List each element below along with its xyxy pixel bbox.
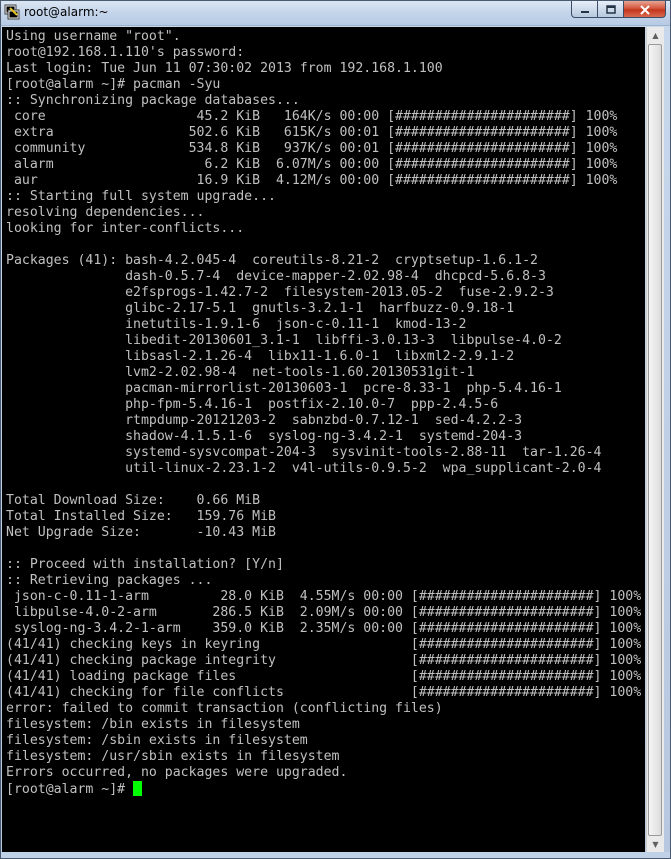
title-bar[interactable]: root@alarm:~ <box>1 1 670 26</box>
window-title: root@alarm:~ <box>24 5 109 19</box>
terminal-line: systemd-sysvcompat-204-3 sysvinit-tools-… <box>125 445 602 460</box>
shell-prompt: [root@alarm ~]# <box>6 782 134 797</box>
terminal-line: root@192.168.1.110's password: <box>6 45 245 60</box>
close-button[interactable] <box>623 1 666 18</box>
terminal-line: Errors occurred, no packages were upgrad… <box>6 765 348 780</box>
window-controls <box>571 1 666 18</box>
terminal-line: alarm 6.2 KiB 6.07M/s 00:00 [###########… <box>13 157 618 172</box>
terminal-line: :: Synchronizing package databases... <box>6 93 300 108</box>
terminal-window: root@alarm:~ Using username "root". root… <box>0 0 671 859</box>
terminal-line: lvm2-2.02.98-4 net-tools-1.60.20130531gi… <box>125 365 475 380</box>
window-bottom-border <box>1 852 670 858</box>
terminal-line: :: Starting full system upgrade... <box>6 189 276 204</box>
terminal-lines: Using username "root". root@192.168.1.11… <box>6 29 641 780</box>
putty-terminal-icon <box>4 4 20 20</box>
terminal-line: filesystem: /sbin exists in filesystem <box>6 733 308 748</box>
terminal-line: (41/41) checking for file conflicts [###… <box>6 685 642 700</box>
terminal-line: syslog-ng-3.4.2-1-arm 359.0 KiB 2.35M/s … <box>13 621 642 636</box>
terminal-line: community 534.8 KiB 937K/s 00:01 [######… <box>13 141 618 156</box>
close-icon <box>639 0 651 19</box>
terminal-line: php-fpm-5.4.16-1 postfix-2.10.0-7 ppp-2.… <box>125 397 499 412</box>
terminal-line: rtmpdump-20121203-2 sabnzbd-0.7.12-1 sed… <box>125 413 523 428</box>
terminal-line: looking for inter-conflicts... <box>6 221 245 236</box>
terminal-line: filesystem: /bin exists in filesystem <box>6 717 300 732</box>
terminal-line: filesystem: /usr/sbin exists in filesyst… <box>6 749 340 764</box>
terminal-line: libsasl-2.1.26-4 libx11-1.6.0-1 libxml2-… <box>125 349 515 364</box>
terminal-screen[interactable]: Using username "root". root@192.168.1.11… <box>2 27 645 853</box>
terminal-line: inetutils-1.9.1-6 json-c-0.11-1 kmod-13-… <box>125 317 467 332</box>
terminal-line: Total Installed Size: 159.76 MiB <box>6 509 276 524</box>
maximize-icon <box>605 0 617 19</box>
terminal-line: pacman-mirrorlist-20130603-1 pcre-8.33-1… <box>125 381 562 396</box>
terminal-line: libedit-20130601_3.1-1 libffi-3.0.13-3 l… <box>125 333 562 348</box>
terminal-line: dash-0.5.7-4 device-mapper-2.02.98-4 dhc… <box>125 269 546 284</box>
terminal-line: shadow-4.1.5.1-6 syslog-ng-3.4.2-1 syste… <box>125 429 523 444</box>
terminal-line: Using username "root". <box>6 29 181 44</box>
maximize-button[interactable] <box>597 1 623 18</box>
terminal-line: e2fsprogs-1.42.7-2 filesystem-2013.05-2 … <box>125 285 554 300</box>
terminal-line: util-linux-2.23.1-2 v4l-utils-0.9.5-2 wp… <box>125 461 602 476</box>
terminal-line: json-c-0.11-1-arm 28.0 KiB 4.55M/s 00:00… <box>13 589 642 604</box>
terminal-line: extra 502.6 KiB 615K/s 00:01 [##########… <box>13 125 618 140</box>
scroll-up-arrow-icon: ▲ <box>652 31 659 40</box>
terminal-line: (41/41) checking keys in keyring [######… <box>6 637 642 652</box>
terminal-line: core 45.2 KiB 164K/s 00:00 [############… <box>13 109 618 124</box>
terminal-line: libpulse-4.0-2-arm 286.5 KiB 2.09M/s 00:… <box>13 605 642 620</box>
terminal-line: [root@alarm ~]# pacman -Syu <box>6 77 221 92</box>
terminal-output: Using username "root". root@192.168.1.11… <box>2 27 645 798</box>
scroll-down-arrow-icon: ▼ <box>652 840 659 849</box>
scroll-up-button[interactable]: ▲ <box>647 27 664 44</box>
terminal-line: Last login: Tue Jun 11 07:30:02 2013 fro… <box>6 61 443 76</box>
terminal-line: (41/41) loading package files [#########… <box>6 669 642 684</box>
terminal-line: glibc-2.17-5.1 gnutls-3.2.1-1 harfbuzz-0… <box>125 301 515 316</box>
terminal-line: error: failed to commit transaction (con… <box>6 701 443 716</box>
scrollbar-thumb[interactable] <box>648 44 662 836</box>
terminal-line: resolving dependencies... <box>6 205 205 220</box>
text-cursor <box>133 781 143 796</box>
terminal-line: :: Retrieving packages ... <box>6 573 213 588</box>
terminal-line: Net Upgrade Size: -10.43 MiB <box>6 525 276 540</box>
minimize-button[interactable] <box>571 1 597 18</box>
minimize-icon <box>579 0 591 19</box>
terminal-line: Total Download Size: 0.66 MiB <box>6 493 261 508</box>
terminal-line: :: Proceed with installation? [Y/n] <box>6 557 284 572</box>
terminal-line: Packages (41): bash-4.2.045-4 coreutils-… <box>6 253 538 268</box>
terminal-line: aur 16.9 KiB 4.12M/s 00:00 [############… <box>13 173 618 188</box>
terminal-line: (41/41) checking package integrity [####… <box>6 653 642 668</box>
vertical-scrollbar[interactable]: ▲ ▼ <box>646 27 664 853</box>
scroll-down-button[interactable]: ▼ <box>647 836 664 853</box>
